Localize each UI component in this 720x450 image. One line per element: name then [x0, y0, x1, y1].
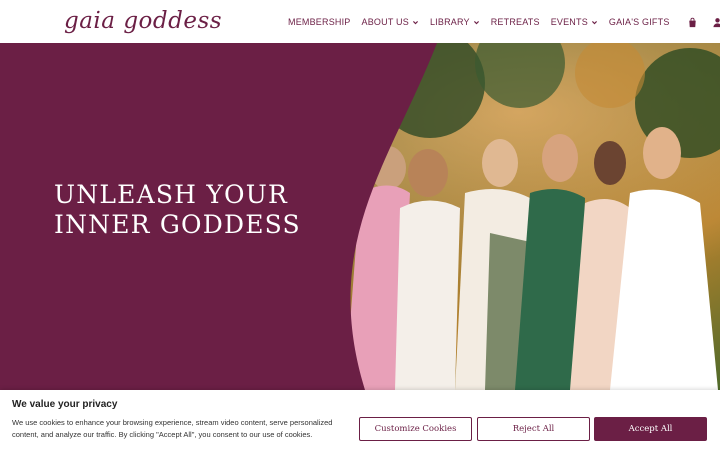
- nav-library[interactable]: LIBRARY: [430, 17, 480, 27]
- nav-about-us[interactable]: ABOUT US: [362, 17, 419, 27]
- nav-label: RETREATS: [490, 17, 540, 27]
- nav-label: LIBRARY: [429, 17, 470, 27]
- nav-label: ABOUT US: [361, 17, 409, 27]
- shopping-bag-icon[interactable]: [687, 17, 698, 28]
- nav-events[interactable]: EVENTS: [551, 17, 598, 27]
- chevron-down-icon: [412, 20, 418, 24]
- hero-section: UNLEASH YOUR INNER GODDESS: [0, 43, 720, 390]
- chevron-down-icon: [591, 20, 597, 24]
- cookie-description: We use cookies to enhance your browsing …: [12, 418, 333, 439]
- nav-gaias-gifts[interactable]: GAIA'S GIFTS: [609, 17, 670, 27]
- cookie-title: We value your privacy: [12, 399, 118, 410]
- site-header: gaia goddess MEMBERSHIP ABOUT US LIBRARY…: [0, 0, 720, 43]
- cookie-consent-banner: We value your privacy We use cookies to …: [0, 390, 720, 450]
- site-logo[interactable]: gaia goddess: [64, 8, 222, 34]
- account-icon[interactable]: [712, 17, 720, 28]
- hero-heading: UNLEASH YOUR INNER GODDESS: [54, 180, 301, 240]
- hero-heading-line-1: UNLEASH YOUR: [54, 180, 289, 209]
- nav-label: EVENTS: [550, 17, 588, 27]
- nav-retreats[interactable]: RETREATS: [491, 17, 540, 27]
- accept-all-button[interactable]: Accept All: [594, 417, 707, 441]
- customize-cookies-button[interactable]: Customize Cookies: [359, 417, 472, 441]
- nav-label: MEMBERSHIP: [288, 17, 351, 27]
- nav-membership[interactable]: MEMBERSHIP: [288, 17, 351, 27]
- chevron-down-icon: [473, 20, 479, 24]
- nav-label: GAIA'S GIFTS: [608, 17, 670, 27]
- reject-all-button[interactable]: Reject All: [477, 417, 590, 441]
- main-nav: MEMBERSHIP ABOUT US LIBRARY RETREATS EVE…: [288, 15, 720, 29]
- hero-heading-line-2: INNER GODDESS: [54, 210, 301, 239]
